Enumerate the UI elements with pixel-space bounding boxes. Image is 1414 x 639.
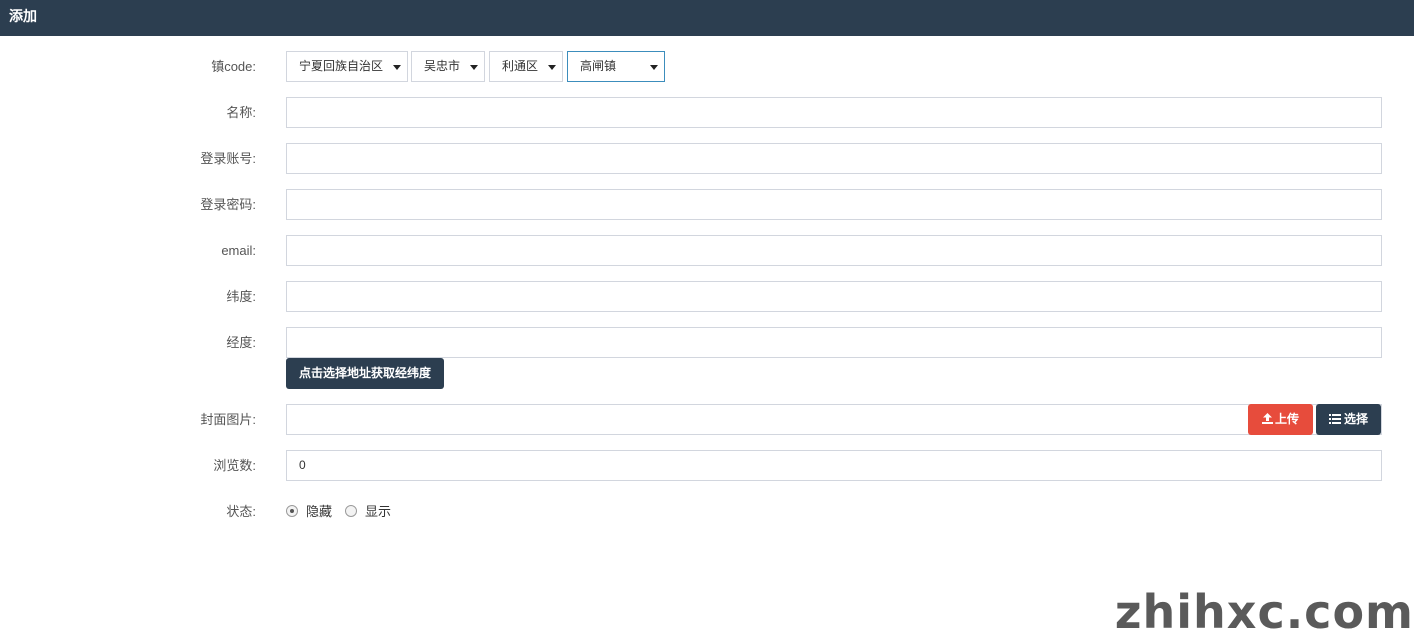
login-account-row: 登录账号: xyxy=(0,143,1414,174)
town-code-row: 镇code: 宁夏回族自治区 吴忠市 利通区 高闸镇 xyxy=(0,51,1414,82)
name-input[interactable] xyxy=(286,97,1382,128)
views-row: 浏览数: 0 xyxy=(0,450,1414,481)
name-row: 名称: xyxy=(0,97,1414,128)
email-input[interactable] xyxy=(286,235,1382,266)
status-row: 状态: 隐藏 显示 xyxy=(0,496,1414,527)
chevron-down-icon xyxy=(548,65,556,70)
chevron-down-icon xyxy=(470,65,478,70)
login-account-label: 登录账号: xyxy=(200,151,256,166)
upload-button[interactable]: 上传 xyxy=(1248,404,1313,435)
status-label: 状态: xyxy=(226,504,256,519)
name-label: 名称: xyxy=(226,105,256,120)
select-button[interactable]: 选择 xyxy=(1316,404,1381,435)
town-select-value: 高闸镇 xyxy=(580,59,617,73)
login-password-input[interactable] xyxy=(286,189,1382,220)
watermark: zhihxc.com xyxy=(1114,585,1414,639)
province-select-value: 宁夏回族自治区 xyxy=(299,59,384,73)
latitude-row: 纬度: xyxy=(0,281,1414,312)
views-label: 浏览数: xyxy=(213,458,256,473)
chevron-down-icon xyxy=(650,65,658,70)
upload-button-label: 上传 xyxy=(1274,412,1299,426)
chevron-down-icon xyxy=(393,65,401,70)
status-option-hidden-label: 隐藏 xyxy=(306,504,333,519)
email-row: email: xyxy=(0,235,1414,266)
town-code-label: 镇code: xyxy=(211,59,256,74)
login-password-row: 登录密码: xyxy=(0,189,1414,220)
email-label: email: xyxy=(221,243,256,258)
district-select-value: 利通区 xyxy=(502,59,539,73)
city-select-value: 吴忠市 xyxy=(424,59,461,73)
cover-image-label: 封面图片: xyxy=(200,412,256,427)
upload-icon xyxy=(1261,413,1273,424)
page-title: 添加 xyxy=(0,0,1414,36)
list-icon xyxy=(1328,414,1341,424)
longitude-label: 经度: xyxy=(226,335,256,350)
longitude-row: 经度: xyxy=(0,327,1414,358)
pick-location-button[interactable]: 点击选择地址获取经纬度 xyxy=(286,358,444,389)
district-select[interactable]: 利通区 xyxy=(489,51,563,82)
province-select[interactable]: 宁夏回族自治区 xyxy=(286,51,408,82)
login-password-label: 登录密码: xyxy=(200,197,256,212)
cover-image-input[interactable] xyxy=(286,404,1382,435)
longitude-input[interactable] xyxy=(286,327,1382,358)
status-radio-hidden[interactable] xyxy=(286,505,298,517)
select-button-label: 选择 xyxy=(1343,412,1368,426)
status-radio-visible[interactable] xyxy=(345,505,357,517)
latitude-input[interactable] xyxy=(286,281,1382,312)
latitude-label: 纬度: xyxy=(226,289,256,304)
views-input[interactable]: 0 xyxy=(286,450,1382,481)
login-account-input[interactable] xyxy=(286,143,1382,174)
city-select[interactable]: 吴忠市 xyxy=(411,51,485,82)
cover-image-row: 封面图片: 上传 选择 xyxy=(0,404,1414,435)
status-option-visible-label: 显示 xyxy=(365,504,392,519)
town-select[interactable]: 高闸镇 xyxy=(567,51,665,82)
